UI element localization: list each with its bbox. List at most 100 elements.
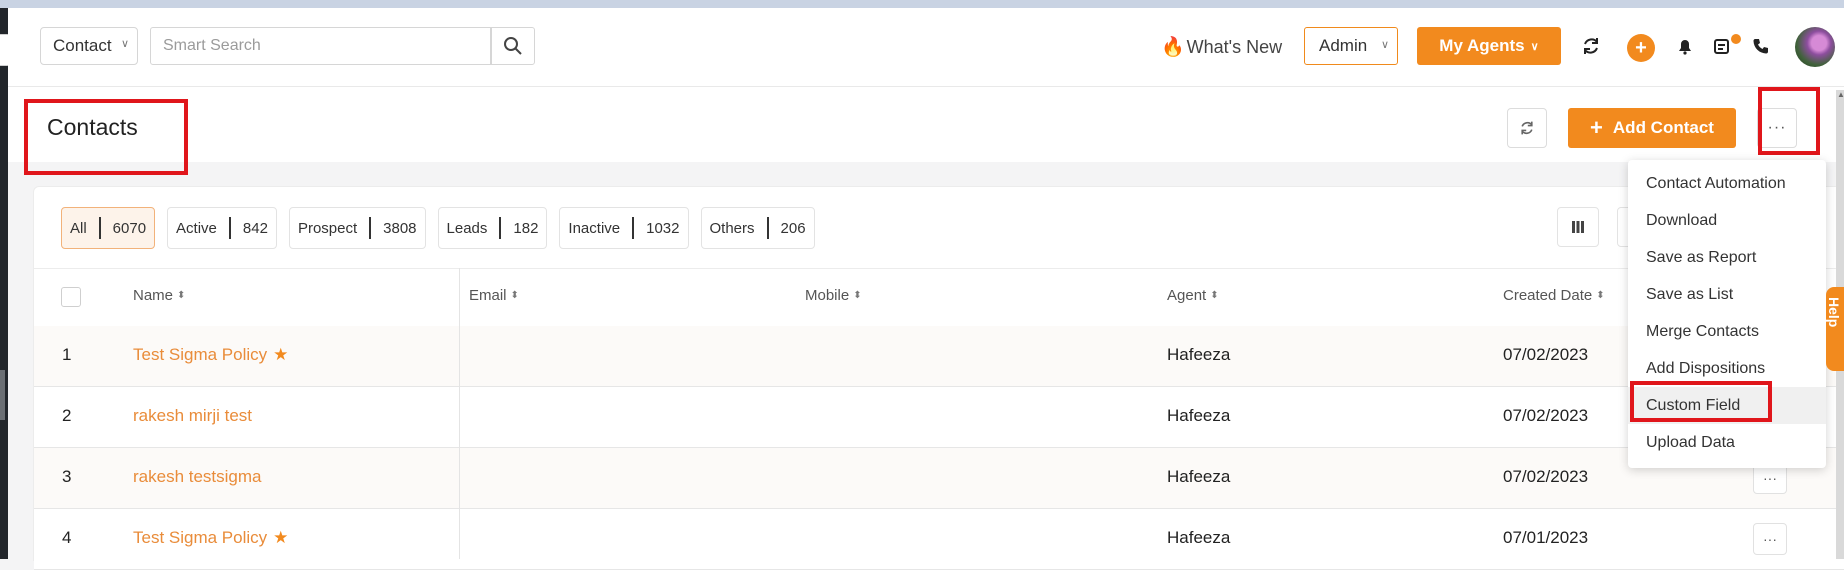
avatar[interactable] xyxy=(1795,27,1835,67)
created-date-cell: 07/02/2023 xyxy=(1503,345,1589,364)
filter-leads[interactable]: Leads 182 xyxy=(437,207,548,249)
table-row[interactable]: 1 Test Sigma Policy ★ Hafeeza 07/02/2023 xyxy=(34,326,1844,387)
column-header-name[interactable]: Name ⬍ xyxy=(133,287,185,304)
created-date-cell: 07/01/2023 xyxy=(1503,528,1589,547)
agent-cell: Hafeeza xyxy=(1167,406,1231,425)
row-number: 2 xyxy=(62,406,72,425)
menu-item-custom-field[interactable]: Custom Field xyxy=(1628,387,1826,424)
top-header: Contact ∨ Smart Search 🔥 What's New Admi… xyxy=(8,8,1844,87)
column-header-label: Agent xyxy=(1167,287,1207,304)
contact-name: Test Sigma Policy xyxy=(133,528,268,547)
filter-label: Leads xyxy=(446,219,488,237)
row-more-button[interactable]: ··· xyxy=(1753,523,1787,555)
menu-item-download[interactable]: Download xyxy=(1628,202,1826,239)
contact-name: rakesh testsigma xyxy=(133,467,262,486)
filter-label: All xyxy=(70,219,87,237)
my-agents-button[interactable]: My Agents ∨ xyxy=(1417,27,1561,65)
contact-name-link[interactable]: Test Sigma Policy ★ xyxy=(133,528,288,548)
left-rail xyxy=(0,8,8,559)
filter-label: Others xyxy=(709,219,755,237)
search-icon xyxy=(503,37,522,55)
plus-icon: + xyxy=(1590,115,1603,140)
table-row[interactable]: 3 rakesh testsigma Hafeeza 07/02/2023 ··… xyxy=(34,448,1844,509)
more-options-menu: Contact Automation Download Save as Repo… xyxy=(1628,160,1826,468)
help-label: Help xyxy=(1826,297,1842,328)
filter-label: Prospect xyxy=(297,219,358,237)
star-icon[interactable]: ★ xyxy=(273,528,288,548)
row-number: 1 xyxy=(62,345,72,364)
module-select-value: Contact xyxy=(53,36,112,55)
filter-count: 1032 xyxy=(646,219,680,237)
column-settings-button[interactable] xyxy=(1557,207,1599,247)
refresh-button[interactable] xyxy=(1507,108,1547,148)
role-select[interactable]: Admin ∨ xyxy=(1304,27,1398,65)
flame-icon: 🔥 xyxy=(1161,37,1185,58)
column-header-label: Email xyxy=(469,287,507,304)
status-filters: All 6070 Active 842 Prospect 3808 Leads … xyxy=(61,207,815,249)
role-select-value: Admin xyxy=(1319,36,1368,55)
column-header-agent[interactable]: Agent ⬍ xyxy=(1167,287,1219,304)
column-header-label: Mobile xyxy=(805,287,850,304)
filter-count: 842 xyxy=(242,219,268,237)
filter-inactive[interactable]: Inactive 1032 xyxy=(559,207,689,249)
contact-name: rakesh mirji test xyxy=(133,406,253,425)
filter-count: 3808 xyxy=(383,219,417,237)
bell-icon[interactable] xyxy=(1673,34,1697,58)
browser-top-strip xyxy=(0,0,1844,8)
column-header-created-date[interactable]: Created Date ⬍ xyxy=(1503,287,1605,304)
filter-count: 182 xyxy=(513,219,539,237)
column-header-label: Created Date xyxy=(1503,287,1593,304)
column-header-email[interactable]: Email ⬍ xyxy=(469,287,519,304)
smart-search-input[interactable]: Smart Search xyxy=(150,27,492,65)
notification-dot xyxy=(1731,34,1741,44)
contact-name-link[interactable]: rakesh testsigma xyxy=(133,467,262,487)
sort-icon: ⬍ xyxy=(510,289,519,301)
sort-icon: ⬍ xyxy=(853,289,862,301)
contact-name-link[interactable]: rakesh mirji test xyxy=(133,406,252,426)
menu-item-upload-data[interactable]: Upload Data xyxy=(1628,424,1826,461)
table-row[interactable]: 4 Test Sigma Policy ★ Hafeeza 07/01/2023 … xyxy=(34,509,1844,570)
menu-item-merge-contacts[interactable]: Merge Contacts xyxy=(1628,313,1826,350)
quick-add-button[interactable]: + xyxy=(1627,34,1655,62)
scroll-up-icon[interactable]: ▲ xyxy=(1837,90,1844,99)
menu-item-save-as-list[interactable]: Save as List xyxy=(1628,276,1826,313)
filter-all[interactable]: All 6070 xyxy=(61,207,156,249)
search-button[interactable] xyxy=(490,27,535,65)
phone-icon[interactable] xyxy=(1749,34,1773,58)
add-contact-label: Add Contact xyxy=(1612,118,1714,137)
left-scrollbar[interactable] xyxy=(0,370,5,420)
table-row[interactable]: 2 rakesh mirji test Hafeeza 07/02/2023 xyxy=(34,387,1844,448)
filter-prospect[interactable]: Prospect 3808 xyxy=(288,207,426,249)
filter-label: Inactive xyxy=(568,219,621,237)
sort-icon: ⬍ xyxy=(177,289,186,301)
whats-new-link[interactable]: 🔥 What's New xyxy=(1161,35,1282,59)
module-select[interactable]: Contact ∨ xyxy=(40,27,138,65)
agent-cell: Hafeeza xyxy=(1167,345,1231,364)
created-date-cell: 07/02/2023 xyxy=(1503,406,1589,425)
star-icon[interactable]: ★ xyxy=(273,345,288,365)
sort-icon: ⬍ xyxy=(1596,289,1605,301)
sort-icon: ⬍ xyxy=(1210,289,1219,301)
menu-item-add-dispositions[interactable]: Add Dispositions xyxy=(1628,350,1826,387)
column-divider xyxy=(459,268,460,559)
filter-active[interactable]: Active 842 xyxy=(167,207,277,249)
contact-name-link[interactable]: Test Sigma Policy ★ xyxy=(133,345,288,365)
whats-new-label: What's New xyxy=(1186,36,1283,57)
more-options-button[interactable]: ··· xyxy=(1757,108,1797,148)
select-all-checkbox[interactable] xyxy=(61,287,81,307)
menu-item-save-as-report[interactable]: Save as Report xyxy=(1628,239,1826,276)
page-title: Contacts xyxy=(47,114,138,140)
add-contact-button[interactable]: + Add Contact xyxy=(1568,108,1736,148)
agent-cell: Hafeeza xyxy=(1167,528,1231,547)
refresh-icon[interactable] xyxy=(1579,34,1603,58)
filter-others[interactable]: Others 206 xyxy=(700,207,815,249)
help-tab[interactable]: Help xyxy=(1826,287,1844,371)
filter-count: 6070 xyxy=(112,219,147,237)
column-header-label: Name xyxy=(133,287,174,304)
columns-icon xyxy=(1572,221,1584,233)
filter-label: Active xyxy=(176,219,217,237)
row-number: 4 xyxy=(62,528,72,547)
filter-count: 206 xyxy=(780,219,806,237)
menu-item-contact-automation[interactable]: Contact Automation xyxy=(1628,165,1826,202)
column-header-mobile[interactable]: Mobile ⬍ xyxy=(805,287,862,304)
